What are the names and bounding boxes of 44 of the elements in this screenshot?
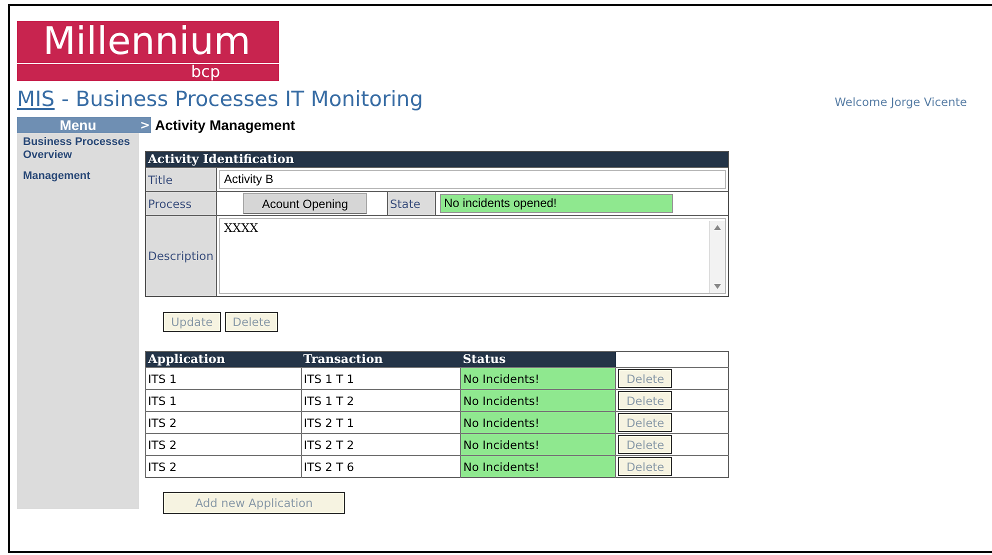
table-cell: ITS 2	[146, 434, 302, 456]
status-cell: No Incidents!	[460, 434, 616, 456]
page-title: MIS - Business Processes IT Monitoring	[17, 87, 424, 111]
scrollbar[interactable]	[709, 221, 725, 293]
delete-button[interactable]: Delete	[618, 435, 672, 454]
status-cell: No Incidents!	[460, 412, 616, 434]
table-cell: ITS 2	[146, 456, 302, 478]
delete-button[interactable]: Delete	[618, 413, 672, 432]
delete-button[interactable]: Delete	[618, 457, 672, 476]
logo-subtext: bcp	[190, 64, 222, 80]
breadcrumb-marker: >	[139, 117, 151, 133]
title-field[interactable]: Activity B	[219, 170, 726, 189]
add-application-button[interactable]: Add new Application	[163, 492, 345, 514]
delete-button[interactable]: Delete	[618, 391, 672, 410]
table-cell: ITS 1	[146, 390, 302, 412]
table-cell: ITS 1	[146, 368, 302, 390]
section-title: Activity Management	[155, 117, 296, 133]
action-button[interactable]: Update	[163, 312, 221, 332]
description-field[interactable]: XXXX	[219, 218, 726, 294]
field-label: Process	[146, 192, 217, 215]
field-label: State	[387, 192, 436, 215]
column-header: Application	[146, 352, 302, 368]
field-label: Title	[146, 168, 217, 191]
column-header: Status	[460, 352, 616, 368]
scroll-up-icon[interactable]	[714, 225, 721, 230]
state-field: No incidents opened!	[440, 194, 673, 213]
panel-heading: Activity Identification	[146, 152, 728, 167]
status-cell: No Incidents!	[460, 456, 616, 478]
welcome-text: Welcome Jorge Vicente	[834, 95, 967, 109]
process-button[interactable]: Acount Opening	[243, 193, 367, 214]
column-header: Transaction	[301, 352, 461, 368]
description-text: XXXX	[224, 221, 258, 237]
delete-button[interactable]: Delete	[618, 369, 672, 388]
status-cell: No Incidents!	[460, 390, 616, 412]
menu-item[interactable]: Business Processes Overview	[17, 133, 139, 167]
action-button[interactable]: Delete	[224, 312, 278, 332]
table-cell: ITS 2	[146, 412, 302, 434]
field-label: Description	[146, 216, 217, 296]
home-link[interactable]: MIS	[17, 87, 55, 111]
scroll-down-icon[interactable]	[714, 284, 721, 289]
status-cell: No Incidents!	[460, 368, 616, 390]
logo-text: Millennium	[42, 21, 252, 61]
menu-item[interactable]: Management	[17, 167, 139, 188]
menu-title: Menu	[17, 117, 139, 133]
